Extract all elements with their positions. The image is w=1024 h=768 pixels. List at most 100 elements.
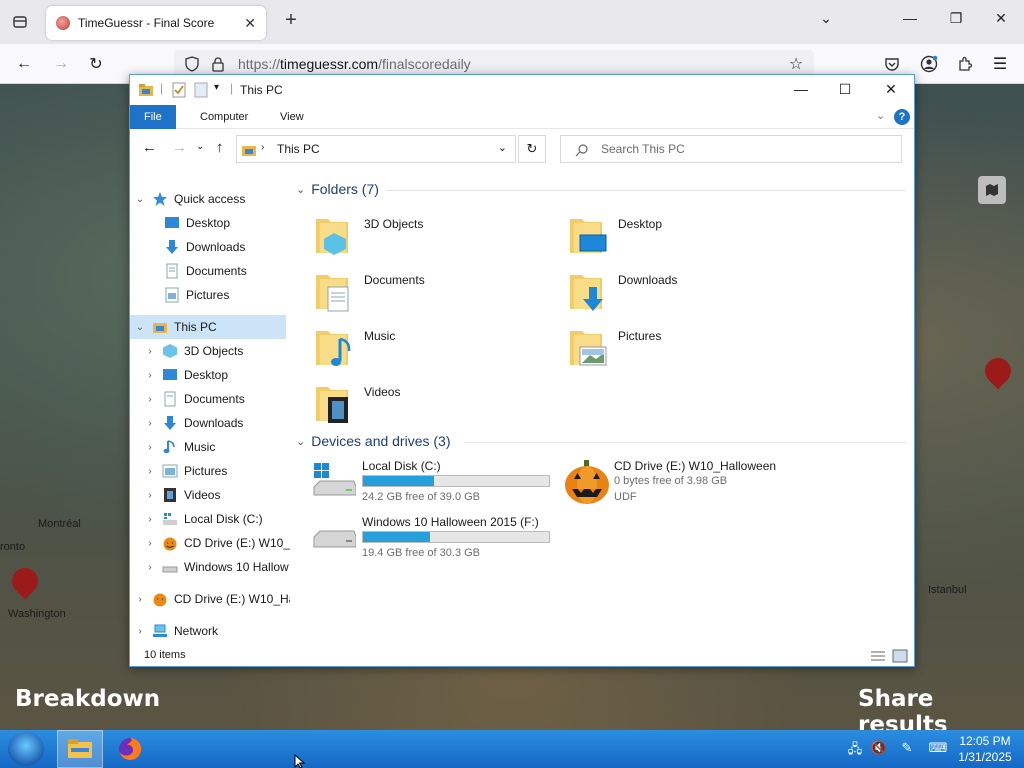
folder-pictures[interactable]: Pictures	[568, 323, 808, 373]
bookmark-star-icon[interactable]: ☆	[785, 53, 807, 75]
collapsed-chevron-icon[interactable]: ›	[144, 442, 156, 453]
large-icons-view-icon[interactable]	[892, 649, 908, 663]
nav-quick-desktop[interactable]: Desktop 📌	[158, 211, 288, 235]
new-folder-icon[interactable]	[194, 82, 208, 98]
help-icon[interactable]: ?	[894, 109, 910, 125]
back-arrow-icon[interactable]: ←	[13, 53, 35, 75]
nav-pc-downloads[interactable]: › Downloads	[144, 411, 243, 435]
nav-cd-drive[interactable]: › CD Drive (E:) W10_Ha	[134, 587, 290, 611]
collapsed-chevron-icon[interactable]: ›	[144, 538, 156, 549]
network-tray-icon[interactable]: 🖧	[846, 740, 864, 758]
breadcrumb-this-pc[interactable]: This PC	[277, 142, 320, 156]
account-icon[interactable]	[918, 53, 940, 75]
nav-pc-pictures[interactable]: › Pictures	[144, 459, 227, 483]
drive-windows-halloween-f[interactable]: Windows 10 Halloween 2015 (F:) 19.4 GB f…	[312, 515, 562, 565]
nav-pc-3d-objects[interactable]: › 3D Objects	[144, 339, 243, 363]
collapsed-chevron-icon[interactable]: ›	[144, 514, 156, 525]
nav-pc-local-disk[interactable]: › Local Disk (C:)	[144, 507, 262, 531]
group-collapse-chevron-icon[interactable]: ⌄	[296, 435, 305, 448]
properties-checkmark-icon[interactable]	[172, 82, 186, 98]
tab-view[interactable]: View	[266, 105, 318, 129]
explorer-back-icon[interactable]: ←	[142, 139, 157, 156]
tab-close-icon[interactable]: ✕	[244, 15, 256, 32]
touch-keyboard-icon[interactable]: ⌨	[926, 740, 950, 758]
collapsed-chevron-icon[interactable]: ›	[144, 562, 156, 573]
collapsed-chevron-icon[interactable]: ›	[144, 346, 156, 357]
address-box[interactable]: › This PC ⌄	[236, 135, 516, 163]
explorer-minimize-icon[interactable]: —	[790, 81, 812, 97]
map-pin-answer-icon[interactable]	[979, 352, 1017, 390]
collapsed-chevron-icon[interactable]: ›	[134, 594, 146, 605]
up-arrow-icon[interactable]: ↑	[216, 139, 224, 156]
tab-file[interactable]: File	[130, 105, 176, 129]
restore-icon[interactable]: ❐	[944, 10, 968, 27]
explorer-title-bar[interactable]: | ▾ | This PC — ☐ ✕	[130, 75, 914, 105]
folder-documents[interactable]: Documents	[314, 267, 554, 317]
explorer-forward-icon[interactable]: →	[172, 139, 187, 156]
start-button-windows-orb-icon[interactable]	[8, 732, 44, 766]
search-this-pc-input[interactable]: Search This PC	[560, 135, 902, 163]
collapsed-chevron-icon[interactable]: ›	[144, 418, 156, 429]
details-view-icon[interactable]	[870, 649, 886, 663]
expand-chevron-icon[interactable]: ⌄	[134, 194, 146, 205]
breadcrumb-chevron-icon[interactable]: ›	[261, 142, 264, 153]
breakdown-button[interactable]: Breakdown	[15, 686, 160, 712]
folder-music[interactable]: Music	[314, 323, 554, 373]
tab-computer[interactable]: Computer	[186, 105, 262, 129]
nav-pc-music[interactable]: › Music	[144, 435, 215, 459]
collapsed-chevron-icon[interactable]: ›	[144, 370, 156, 381]
collapsed-chevron-icon[interactable]: ›	[144, 490, 156, 501]
new-tab-button[interactable]: +	[280, 10, 302, 32]
drive-local-disk-c[interactable]: Local Disk (C:) 24.2 GB free of 39.0 GB	[312, 459, 562, 509]
collapsed-chevron-icon[interactable]: ›	[144, 394, 156, 405]
map-view-toggle-icon[interactable]	[978, 176, 1006, 204]
nav-network[interactable]: › Network	[134, 619, 218, 643]
collapsed-chevron-icon[interactable]: ›	[144, 466, 156, 477]
recent-locations-chevron-icon[interactable]: ⌄	[196, 141, 204, 152]
folder-downloads[interactable]: Downloads	[568, 267, 808, 317]
folder-3d-objects[interactable]: 3D Objects	[314, 211, 554, 261]
collapsed-chevron-icon[interactable]: ›	[134, 626, 146, 637]
taskbar-file-explorer[interactable]	[57, 730, 103, 768]
extensions-puzzle-icon[interactable]	[954, 53, 976, 75]
devices-group-header[interactable]: ⌄ Devices and drives (3)	[296, 433, 451, 449]
browser-tab-active[interactable]: TimeGuessr - Final Score ✕	[46, 6, 266, 40]
explorer-maximize-icon[interactable]: ☐	[834, 81, 856, 98]
nav-pc-windows-halloween[interactable]: › Windows 10 Hallow	[144, 555, 288, 579]
taskbar-firefox[interactable]	[107, 730, 153, 768]
nav-pc-videos[interactable]: › Videos	[144, 483, 220, 507]
lock-icon[interactable]	[210, 56, 226, 72]
reload-icon[interactable]: ↻	[85, 53, 107, 75]
nav-pc-cd-drive[interactable]: › CD Drive (E:) W10_H	[144, 531, 290, 555]
tab-overflow-chevron-icon[interactable]: ⌄	[814, 10, 838, 27]
map-pin-guess-icon[interactable]	[6, 562, 44, 600]
nav-this-pc[interactable]: ⌄ This PC	[130, 315, 286, 339]
folders-group-header[interactable]: ⌄ Folders (7)	[296, 181, 379, 197]
nav-quick-pictures[interactable]: Pictures 📌	[158, 283, 288, 307]
folder-desktop[interactable]: Desktop	[568, 211, 808, 261]
folder-videos[interactable]: Videos	[314, 379, 554, 429]
nav-pc-desktop[interactable]: › Desktop	[144, 363, 228, 387]
app-menu-hamburger-icon[interactable]: ☰	[989, 53, 1011, 75]
nav-pc-documents[interactable]: › Documents	[144, 387, 245, 411]
expand-chevron-icon[interactable]: ⌄	[134, 322, 146, 333]
forward-arrow-icon[interactable]: →	[50, 53, 72, 75]
pocket-icon[interactable]	[881, 53, 903, 75]
ribbon-expand-chevron-icon[interactable]: ⌄	[876, 109, 885, 122]
refresh-icon[interactable]: ↻	[518, 135, 546, 163]
nav-quick-access[interactable]: ⌄ Quick access	[134, 187, 245, 211]
minimize-icon[interactable]: —	[898, 10, 922, 26]
drive-cd-e[interactable]: CD Drive (E:) W10_Halloween 0 bytes free…	[564, 459, 814, 509]
address-dropdown-icon[interactable]: ⌄	[498, 141, 507, 154]
close-window-icon[interactable]: ✕	[989, 10, 1013, 27]
explorer-close-icon[interactable]: ✕	[880, 81, 902, 98]
nav-quick-downloads[interactable]: Downloads 📌	[158, 235, 288, 259]
group-collapse-chevron-icon[interactable]: ⌄	[296, 183, 305, 196]
tracking-shield-icon[interactable]	[184, 56, 200, 72]
qat-dropdown-icon[interactable]: ▾	[214, 82, 219, 93]
system-clock[interactable]: 12:05 PM 1/31/2025	[952, 733, 1018, 765]
nav-quick-documents[interactable]: Documents 📌	[158, 259, 288, 283]
volume-muted-icon[interactable]: 🔇	[870, 740, 888, 758]
list-all-tabs-icon[interactable]	[8, 10, 32, 34]
pen-tablet-icon[interactable]: ✎	[898, 740, 916, 758]
